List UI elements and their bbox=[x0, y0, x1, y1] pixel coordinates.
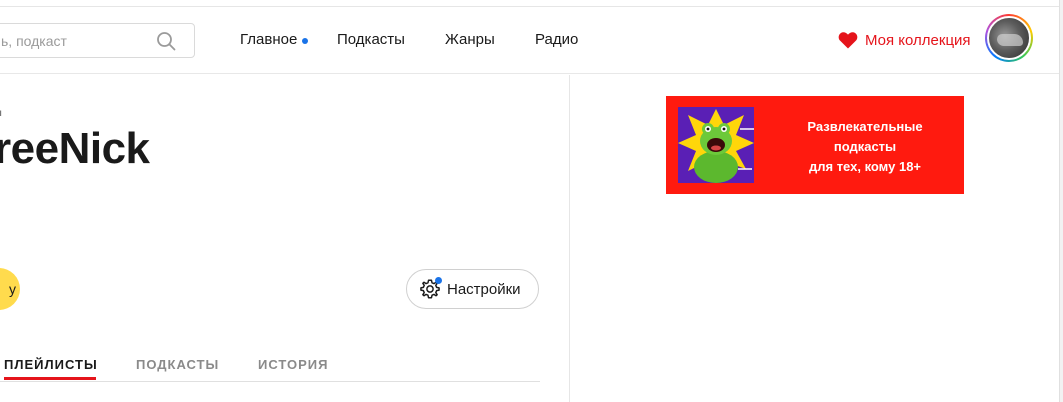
nav-home[interactable]: Главное bbox=[240, 31, 297, 51]
promo-banner-line: подкасты bbox=[833, 139, 897, 154]
app-window: Главное Подкасты Жанры Радио Моя коллекц… bbox=[0, 0, 1063, 402]
profile-name: reeNick bbox=[0, 124, 150, 173]
nav-podcasts[interactable]: Подкасты bbox=[337, 31, 405, 51]
profile-action-button[interactable]: у bbox=[0, 268, 20, 310]
settings-notification-dot bbox=[435, 277, 442, 284]
nav-radio[interactable]: Радио bbox=[535, 31, 578, 51]
scrollbar[interactable] bbox=[1059, 0, 1063, 402]
avatar-button[interactable] bbox=[985, 14, 1033, 62]
header: Главное Подкасты Жанры Радио Моя коллекц… bbox=[0, 8, 1059, 74]
nav-home-notification-dot bbox=[302, 38, 308, 44]
promo-banner-text: Развлекательные подкасты для тех, кому 1… bbox=[766, 117, 964, 177]
promo-banner[interactable]: Развлекательные подкасты для тех, кому 1… bbox=[666, 96, 964, 194]
tab-history[interactable]: ИСТОРИЯ bbox=[258, 357, 329, 372]
tab-playlists[interactable]: ПЛЕЙЛИСТЫ bbox=[4, 357, 98, 372]
search-icon[interactable] bbox=[156, 31, 176, 51]
tab-podcasts[interactable]: ПОДКАСТЫ bbox=[136, 357, 219, 372]
profile-kicker: я bbox=[0, 108, 3, 119]
search-box[interactable] bbox=[0, 23, 195, 58]
frog-illustration bbox=[678, 107, 754, 183]
my-collection-label: Моя коллекция bbox=[865, 31, 971, 49]
settings-button[interactable]: Настройки bbox=[406, 269, 539, 309]
my-collection-link[interactable]: Моя коллекция bbox=[838, 28, 971, 52]
gear-icon bbox=[419, 277, 442, 300]
top-rule bbox=[0, 0, 1063, 7]
avatar bbox=[987, 16, 1031, 60]
active-tab-indicator bbox=[4, 377, 96, 380]
column-divider bbox=[569, 75, 570, 402]
profile-tabs: ПЛЕЙЛИСТЫ ПОДКАСТЫ ИСТОРИЯ bbox=[0, 354, 540, 382]
settings-label: Настройки bbox=[447, 280, 521, 298]
promo-banner-line: Развлекательные bbox=[807, 119, 923, 134]
heart-icon bbox=[838, 32, 858, 49]
search-input[interactable] bbox=[1, 24, 156, 57]
promo-banner-line: для тех, кому 18+ bbox=[808, 159, 922, 174]
nav-genres[interactable]: Жанры bbox=[445, 31, 495, 51]
